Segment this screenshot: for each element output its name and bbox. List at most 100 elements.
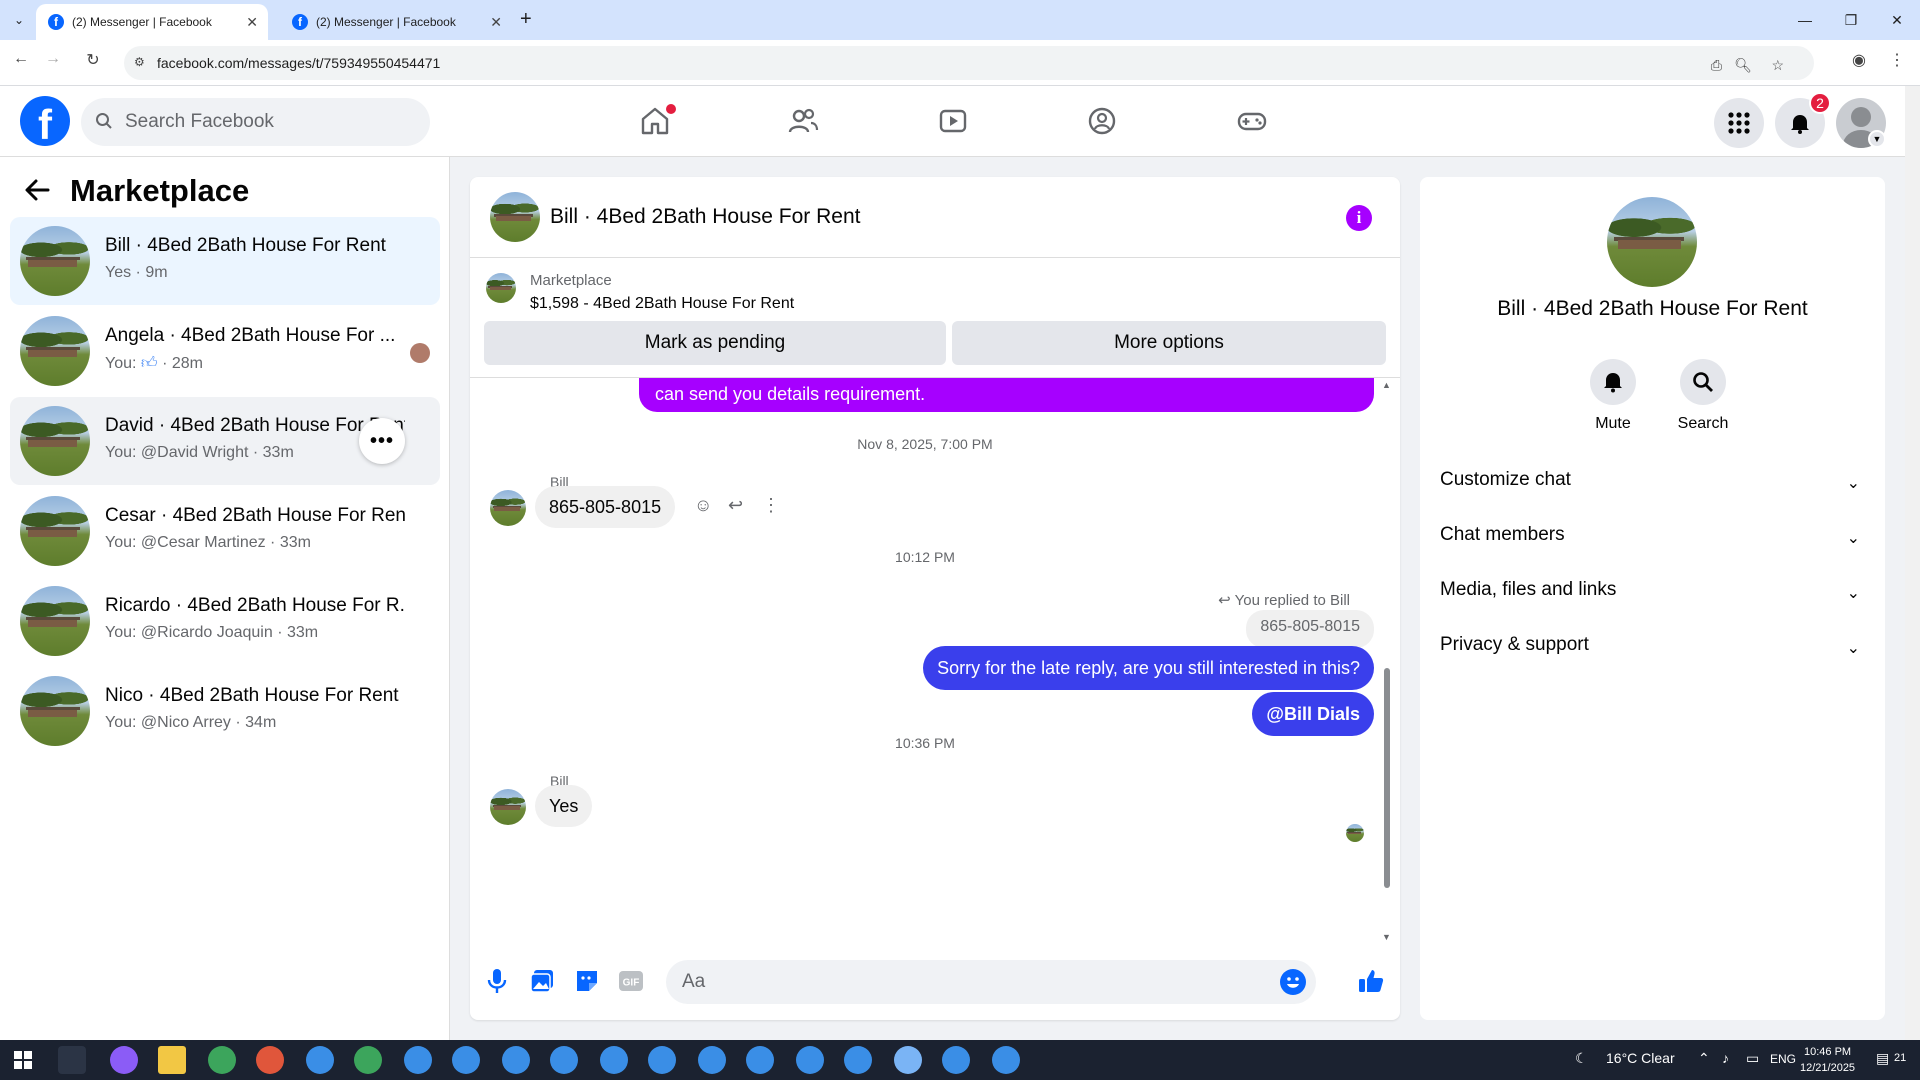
menu-grid-button[interactable] [1714, 98, 1764, 148]
customize-chat-section[interactable]: Customize chat ⌄ [1440, 469, 1870, 509]
chrome-icon[interactable] [796, 1046, 824, 1074]
facebook-search[interactable] [81, 98, 430, 146]
conversation-item[interactable]: Nico · 4Bed 2Bath House For Rent You: @N… [10, 667, 440, 755]
chrome-icon[interactable] [648, 1046, 676, 1074]
more-options-button[interactable]: More options [952, 321, 1386, 365]
chrome-icon[interactable] [698, 1046, 726, 1074]
forward-icon[interactable]: → [40, 50, 66, 68]
page-scrollbar[interactable] [1905, 86, 1920, 1040]
react-emoji-icon[interactable]: ☺ [694, 495, 712, 516]
back-icon[interactable]: ← [8, 50, 34, 68]
mute-button[interactable]: Mute [1583, 359, 1643, 433]
like-thumbs-up-icon[interactable] [1356, 966, 1386, 996]
chrome-icon[interactable] [256, 1046, 284, 1074]
info-icon[interactable]: i [1346, 205, 1372, 231]
weather-text[interactable]: 16°C Clear [1606, 1050, 1675, 1066]
media-files-links-section[interactable]: Media, files and links ⌄ [1440, 579, 1870, 619]
chrome-icon[interactable] [354, 1046, 382, 1074]
sent-message-bubble[interactable]: Sorry for the late reply, are you still … [923, 646, 1374, 690]
facebook-logo[interactable]: f [20, 96, 70, 146]
nav-video[interactable] [898, 96, 1008, 146]
tab-list-chevron-icon[interactable]: ⌄ [8, 9, 30, 31]
scroll-up-icon[interactable]: ▲ [1382, 380, 1391, 390]
conversation-item[interactable]: Angela · 4Bed 2Bath House For ... You: 👍… [10, 307, 440, 395]
chrome-icon[interactable] [992, 1046, 1020, 1074]
message-scrollbar[interactable]: ▲ ▼ [1382, 378, 1392, 944]
tray-chevron-icon[interactable]: ⌃ [1698, 1050, 1710, 1067]
nav-home[interactable] [600, 96, 710, 146]
photo-icon[interactable] [527, 966, 557, 996]
tab-close-icon[interactable]: ✕ [490, 14, 502, 31]
search-input[interactable] [125, 98, 415, 146]
quoted-message[interactable]: 865-805-8015 [1246, 610, 1374, 648]
network-icon[interactable]: ▭ [1746, 1050, 1759, 1067]
browser-tab-active[interactable]: f (2) Messenger | Facebook ✕ [36, 4, 268, 40]
reload-icon[interactable]: ↻ [80, 50, 106, 70]
volume-icon[interactable]: ♪ [1722, 1050, 1729, 1066]
message-input-box[interactable] [666, 960, 1316, 1004]
reply-icon[interactable]: ↩ [728, 495, 743, 516]
scrollbar-thumb[interactable] [1384, 668, 1390, 888]
chrome-icon[interactable] [208, 1046, 236, 1074]
zoom-icon[interactable]: 🔍︎ [1734, 57, 1752, 74]
sender-avatar[interactable] [490, 789, 526, 825]
file-explorer-icon[interactable] [158, 1046, 186, 1074]
more-vertical-icon[interactable]: ⋮ [762, 495, 780, 516]
sender-avatar[interactable] [490, 490, 526, 526]
sent-mention-bubble[interactable]: @Bill Dials [1252, 692, 1374, 736]
listing-title[interactable]: $1,598 - 4Bed 2Bath House For Rent [530, 295, 794, 313]
chrome-icon[interactable] [844, 1046, 872, 1074]
windows-start-icon[interactable] [14, 1051, 32, 1069]
listing-thumbnail-large[interactable] [1607, 197, 1697, 287]
chrome-icon[interactable] [452, 1046, 480, 1074]
message-input[interactable] [682, 960, 1242, 1004]
gif-icon[interactable]: GIF [616, 966, 646, 996]
chrome-icon[interactable] [502, 1046, 530, 1074]
more-options-icon[interactable]: ••• [359, 418, 405, 464]
conversation-item[interactable]: David · 4Bed 2Bath House For Rent You: @… [10, 397, 440, 485]
chrome-icon[interactable] [942, 1046, 970, 1074]
moon-weather-icon[interactable]: ☾ [1575, 1050, 1588, 1067]
browser-tab[interactable]: f (2) Messenger | Facebook ✕ [280, 4, 512, 40]
received-message-bubble[interactable]: 865-805-8015 [535, 486, 676, 528]
language-indicator[interactable]: ENG [1770, 1052, 1796, 1066]
chrome-icon[interactable] [404, 1046, 432, 1074]
minimize-icon[interactable]: — [1782, 6, 1828, 34]
chrome-icon[interactable] [746, 1046, 774, 1074]
conversation-item[interactable]: Bill · 4Bed 2Bath House For Rent Yes · 9… [10, 217, 440, 305]
chrome-icon-active[interactable] [894, 1046, 922, 1074]
url-text[interactable]: facebook.com/messages/t/759349550454471 [157, 55, 440, 71]
bookmark-star-icon[interactable]: ☆ [1771, 57, 1784, 74]
site-info-icon[interactable]: ⚙ [134, 55, 145, 69]
received-message-bubble[interactable]: Yes [535, 785, 593, 827]
nav-groups[interactable] [1047, 96, 1157, 146]
chrome-icon[interactable] [306, 1046, 334, 1074]
back-arrow-icon[interactable] [24, 177, 50, 210]
nav-gaming[interactable] [1197, 96, 1307, 146]
install-app-icon[interactable]: ⎙ [1711, 57, 1722, 74]
account-chevron-down-icon[interactable]: ▼ [1868, 130, 1886, 148]
window-close-icon[interactable]: ✕ [1874, 6, 1920, 34]
chat-title[interactable]: Bill · 4Bed 2Bath House For Rent [550, 205, 861, 229]
emoji-icon[interactable] [1280, 969, 1306, 995]
privacy-support-section[interactable]: Privacy & support ⌄ [1440, 634, 1870, 674]
sent-message-bubble[interactable]: can send you details requirement. [639, 378, 1374, 412]
sticker-icon[interactable] [572, 966, 602, 996]
chat-members-section[interactable]: Chat members ⌄ [1440, 524, 1870, 564]
notification-center-icon[interactable]: ▤ [1876, 1050, 1889, 1067]
restore-icon[interactable]: ❐ [1828, 6, 1874, 34]
chat-thumbnail[interactable] [490, 192, 540, 242]
task-view-icon[interactable] [58, 1046, 86, 1074]
chrome-icon[interactable] [600, 1046, 628, 1074]
scroll-down-icon[interactable]: ▼ [1382, 932, 1391, 942]
app-icon[interactable] [110, 1046, 138, 1074]
profile-icon[interactable]: ◉ [1846, 50, 1872, 70]
chrome-icon[interactable] [550, 1046, 578, 1074]
microphone-icon[interactable] [482, 966, 512, 996]
nav-friends[interactable] [748, 96, 858, 146]
tab-close-icon[interactable]: ✕ [246, 14, 258, 31]
browser-menu-icon[interactable]: ⋮ [1884, 50, 1910, 70]
search-in-conversation-button[interactable]: Search [1673, 359, 1733, 433]
conversation-item[interactable]: Ricardo · 4Bed 2Bath House For R... You:… [10, 577, 440, 665]
address-bar[interactable]: ⚙ facebook.com/messages/t/75934955045447… [124, 46, 1814, 80]
